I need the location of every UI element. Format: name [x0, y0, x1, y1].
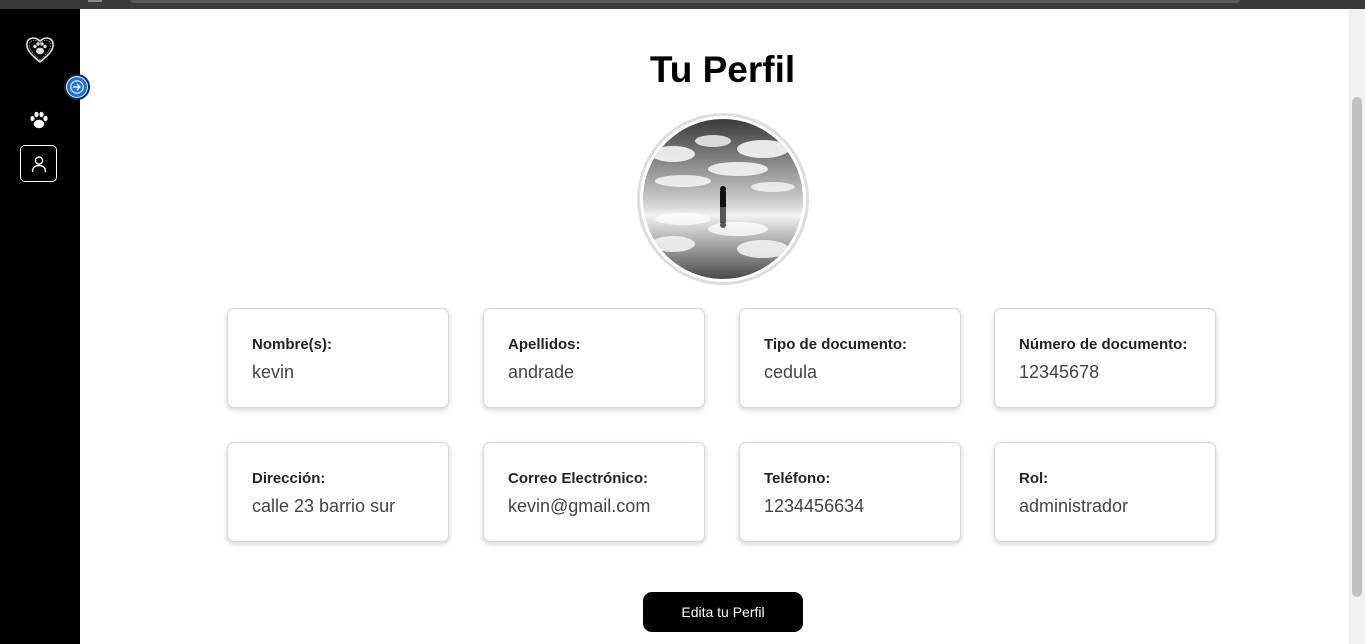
- field-label: Tipo de documento:: [764, 336, 908, 353]
- browser-tab-edge: [88, 0, 102, 2]
- page-title: Tu Perfil: [649, 49, 796, 90]
- field-label: Teléfono:: [764, 470, 831, 487]
- field-card-correo: Correo Electrónico: kevin@gmail.com: [483, 442, 705, 542]
- avatar-photo: [643, 119, 803, 279]
- field-card-direccion: Dirección: calle 23 barrio sur: [227, 442, 449, 542]
- sidebar-item-pets[interactable]: [26, 107, 52, 133]
- field-value: 1234456634: [764, 496, 865, 516]
- field-card-numero-documento: Número de documento: 12345678: [994, 308, 1216, 408]
- sidebar-expand-button[interactable]: [64, 74, 90, 100]
- field-card-tipo-documento: Tipo de documento: cedula: [739, 308, 961, 408]
- field-value: kevin@gmail.com: [508, 496, 651, 516]
- field-label: Nombre(s):: [252, 336, 333, 353]
- browser-address-edge: [130, 0, 1240, 3]
- field-card-nombre: Nombre(s): kevin: [227, 308, 449, 408]
- field-value: kevin: [252, 362, 295, 382]
- field-label: Apellidos:: [508, 336, 581, 353]
- field-label: Correo Electrónico:: [508, 470, 649, 487]
- paw-heart-logo-icon: [24, 33, 56, 65]
- field-card-rol: Rol: administrador: [994, 442, 1216, 542]
- field-card-telefono: Teléfono: 1234456634: [739, 442, 961, 542]
- sidebar: [0, 9, 80, 644]
- field-value: calle 23 barrio sur: [252, 496, 396, 516]
- field-label: Número de documento:: [1019, 336, 1188, 353]
- profile-main: Tu Perfil Nombre(s): kevin Apellidos: an…: [80, 9, 1349, 644]
- edit-profile-button[interactable]: Edita tu Perfil: [643, 592, 803, 632]
- field-label: Rol:: [1019, 470, 1049, 487]
- profile-avatar: [637, 113, 809, 285]
- page-scrollbar[interactable]: [1349, 9, 1365, 644]
- paw-icon: [30, 111, 48, 129]
- user-icon: [31, 155, 46, 172]
- scrollbar-thumb[interactable]: [1352, 97, 1362, 597]
- browser-top-bar: [0, 0, 1365, 9]
- field-label: Dirección:: [252, 470, 326, 487]
- field-value: administrador: [1019, 496, 1129, 516]
- field-value: andrade: [508, 362, 575, 382]
- sidebar-item-profile[interactable]: [20, 145, 57, 182]
- field-card-apellidos: Apellidos: andrade: [483, 308, 705, 408]
- arrow-right-icon: [70, 80, 84, 94]
- field-value: cedula: [764, 362, 818, 382]
- field-value: 12345678: [1019, 362, 1100, 382]
